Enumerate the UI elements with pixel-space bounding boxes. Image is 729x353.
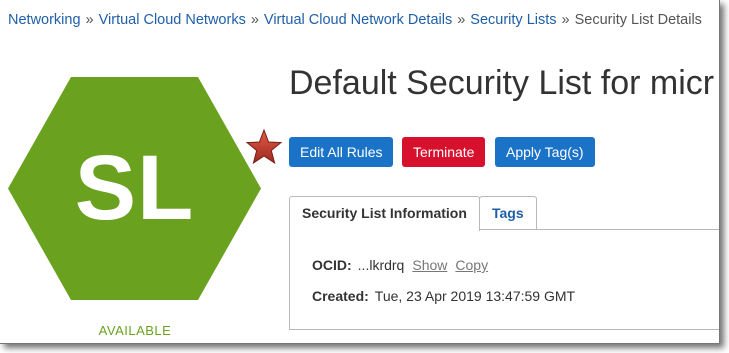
created-value: Tue, 23 Apr 2019 13:47:59 GMT bbox=[374, 288, 576, 304]
resource-initials: SL bbox=[74, 137, 195, 239]
ocid-row: OCID: ...lkrdrq Show Copy bbox=[312, 257, 488, 273]
breadcrumb-separator: » bbox=[457, 12, 466, 28]
breadcrumb-current: Security List Details bbox=[574, 12, 702, 28]
breadcrumb-separator: » bbox=[250, 12, 259, 28]
page-title: Default Security List for micr bbox=[289, 64, 715, 102]
terminate-button[interactable]: Terminate bbox=[402, 137, 486, 167]
breadcrumb: Networking» Virtual Cloud Networks» Virtua… bbox=[8, 12, 702, 28]
apply-tags-button[interactable]: Apply Tag(s) bbox=[495, 137, 595, 167]
created-row: Created: Tue, 23 Apr 2019 13:47:59 GMT bbox=[312, 288, 575, 304]
breadcrumb-separator: » bbox=[85, 12, 94, 28]
edit-all-rules-button[interactable]: Edit All Rules bbox=[289, 137, 394, 167]
breadcrumb-virtual-cloud-networks[interactable]: Virtual Cloud Networks bbox=[99, 12, 246, 28]
ocid-value: ...lkrdrq bbox=[357, 257, 405, 273]
info-panel: OCID: ...lkrdrq Show Copy Created: Tue, 23 A… bbox=[289, 229, 719, 330]
breadcrumb-security-lists[interactable]: Security Lists bbox=[470, 12, 556, 28]
ocid-label: OCID: bbox=[312, 257, 352, 273]
tab-tags[interactable]: Tags bbox=[479, 196, 537, 230]
status-badge: AVAILABLE bbox=[98, 323, 172, 338]
breadcrumb-networking[interactable]: Networking bbox=[8, 12, 81, 28]
breadcrumb-separator: » bbox=[561, 12, 570, 28]
copy-ocid-link[interactable]: Copy bbox=[455, 257, 488, 273]
created-label: Created: bbox=[312, 288, 369, 304]
resource-hexagon-icon: SL bbox=[8, 77, 261, 300]
star-icon bbox=[245, 128, 283, 165]
breadcrumb-vcn-details[interactable]: Virtual Cloud Network Details bbox=[264, 12, 452, 28]
tab-security-list-information[interactable]: Security List Information bbox=[289, 196, 480, 231]
screenshot-frame: Networking» Virtual Cloud Networks» Virtua… bbox=[0, 0, 720, 344]
show-ocid-link[interactable]: Show bbox=[412, 257, 447, 273]
